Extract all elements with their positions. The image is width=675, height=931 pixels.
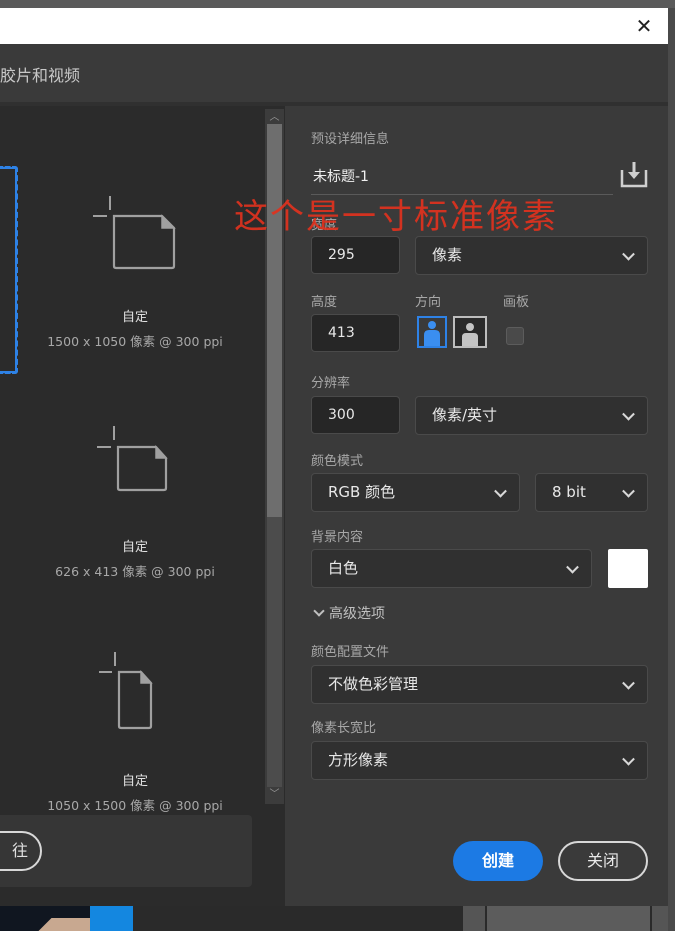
pixel-aspect-select[interactable]: 方形像素	[311, 741, 648, 780]
window-edge	[668, 8, 675, 931]
resolution-label: 分辨率	[311, 376, 351, 391]
preset-card[interactable]: 自定 626 x 413 像素 @ 300 ppi	[35, 426, 235, 580]
background-photo-detail	[90, 906, 133, 931]
background-select[interactable]: 白色	[311, 549, 592, 588]
document-name-underline	[311, 194, 613, 195]
presets-panel: 自定 1500 x 1050 像素 @ 300 ppi 自定 626 x 413…	[0, 106, 285, 906]
scroll-up-icon[interactable]: ︿	[265, 111, 284, 125]
chevron-down-icon	[622, 676, 635, 690]
chevron-down-icon	[494, 484, 507, 498]
preset-card[interactable]: 自定 1500 x 1050 像素 @ 300 ppi	[35, 196, 235, 350]
preset-size: 1500 x 1050 像素 @ 300 ppi	[47, 334, 223, 349]
preset-name: 自定	[121, 774, 148, 789]
go-button[interactable]: 往	[0, 831, 42, 871]
width-label: 宽度	[311, 218, 338, 233]
presets-footer: 往	[0, 815, 252, 887]
chevron-down-icon	[622, 484, 635, 498]
preset-name: 自定	[121, 540, 148, 555]
background-panel	[463, 906, 485, 931]
width-unit-select[interactable]: 像素	[415, 236, 648, 275]
scrollbar-thumb[interactable]	[267, 124, 282, 517]
color-mode-label: 颜色模式	[311, 454, 364, 469]
width-unit-value: 像素	[432, 246, 463, 264]
dialog-header: 胶片和视频	[0, 44, 668, 102]
pixel-aspect-value: 方形像素	[328, 751, 389, 769]
background-color-swatch[interactable]	[608, 549, 648, 588]
create-button[interactable]: 创建	[453, 841, 543, 881]
preset-name: 自定	[121, 310, 148, 325]
background-panel	[487, 906, 650, 931]
scroll-down-icon[interactable]: ﹀	[265, 788, 284, 802]
resolution-unit-value: 像素/英寸	[432, 406, 498, 424]
width-input[interactable]: 295	[311, 236, 400, 274]
pixel-aspect-label: 像素长宽比	[311, 721, 377, 736]
close-button[interactable]: 关闭	[558, 841, 648, 881]
chevron-down-icon	[622, 247, 635, 261]
resolution-unit-select[interactable]: 像素/英寸	[415, 396, 648, 435]
preset-card[interactable]: 自定 1050 x 1500 像素 @ 300 ppi	[35, 652, 235, 814]
preset-card-selected[interactable]	[0, 166, 18, 374]
bit-depth-value: 8 bit	[552, 483, 586, 501]
new-document-landscape-icon	[93, 196, 176, 270]
height-label: 高度	[311, 295, 338, 310]
background-value: 白色	[328, 559, 359, 577]
chevron-down-icon	[313, 605, 325, 617]
dialog-titlebar: ✕	[0, 8, 668, 44]
orientation-label: 方向	[415, 295, 442, 310]
bit-depth-select[interactable]: 8 bit	[535, 473, 648, 512]
close-icon[interactable]: ✕	[634, 16, 654, 36]
preset-details-panel: 预设详细信息 未标题-1 宽度 295 像素 高度 方向 画板 413 分辨率 …	[285, 106, 668, 906]
color-profile-value: 不做色彩管理	[328, 675, 419, 693]
category-tab-film-video[interactable]: 胶片和视频	[0, 62, 80, 86]
advanced-options-toggle[interactable]: 高级选项	[313, 603, 385, 623]
background-panel	[652, 906, 668, 931]
preset-size: 1050 x 1500 像素 @ 300 ppi	[47, 798, 223, 813]
artboard-checkbox[interactable]	[506, 327, 524, 345]
download-icon[interactable]	[620, 162, 648, 188]
portrait-orientation-icon[interactable]	[417, 316, 447, 348]
advanced-options-label: 高级选项	[329, 606, 385, 622]
color-mode-select[interactable]: RGB 颜色	[311, 473, 520, 512]
chevron-down-icon	[622, 407, 635, 421]
app-top-strip	[0, 0, 675, 8]
color-mode-value: RGB 颜色	[328, 483, 396, 501]
artboard-label: 画板	[503, 295, 530, 310]
preset-size: 626 x 413 像素 @ 300 ppi	[55, 564, 215, 579]
landscape-orientation-icon[interactable]	[453, 316, 487, 348]
resolution-input[interactable]: 300	[311, 396, 400, 434]
scrollbar-track[interactable]	[267, 517, 282, 787]
color-profile-select[interactable]: 不做色彩管理	[311, 665, 648, 704]
height-input[interactable]: 413	[311, 314, 400, 352]
document-name-field[interactable]: 未标题-1	[313, 166, 369, 186]
color-profile-label: 颜色配置文件	[311, 645, 390, 660]
chevron-down-icon	[566, 560, 579, 574]
chevron-down-icon	[622, 752, 635, 766]
section-title: 预设详细信息	[311, 132, 390, 147]
new-document-landscape-icon	[97, 426, 168, 492]
background-label: 背景内容	[311, 530, 364, 545]
new-document-portrait-icon	[99, 652, 153, 730]
presets-scrollbar[interactable]: ︿ ﹀	[265, 109, 284, 804]
